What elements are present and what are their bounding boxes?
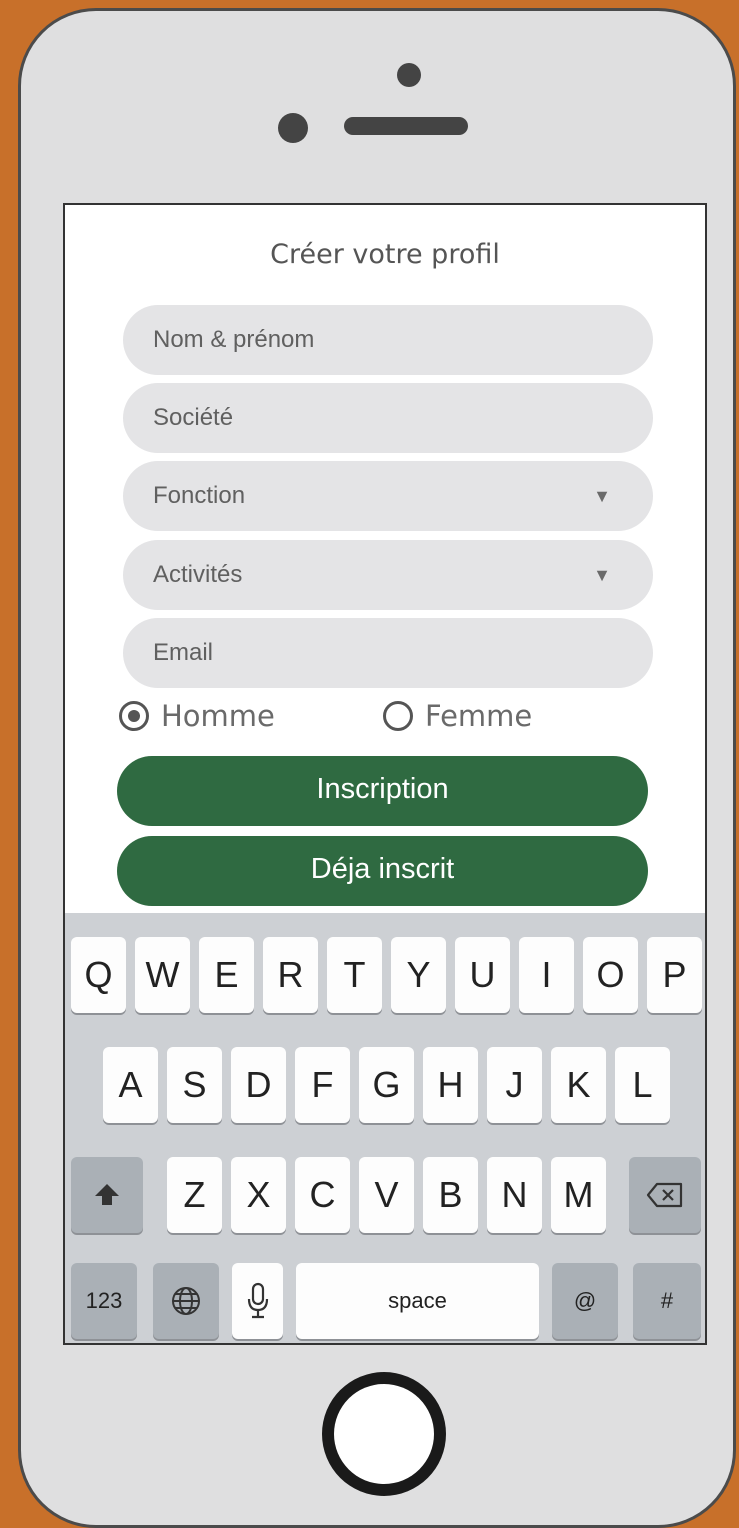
radio-femme-label: Femme xyxy=(425,699,533,733)
screen: Créer votre profil Nom & prénom Société … xyxy=(63,203,707,1345)
keyboard: Q W E R T Y U I O P A S D F G H J K L Z … xyxy=(65,913,705,1343)
delete-icon xyxy=(646,1182,683,1208)
front-camera xyxy=(397,63,421,87)
space-key[interactable]: space xyxy=(296,1263,539,1339)
key-e[interactable]: E xyxy=(199,937,254,1013)
gender-radio-group: Homme Femme xyxy=(119,699,679,751)
already-registered-button[interactable]: Déja inscrit xyxy=(117,836,648,906)
name-field-placeholder: Nom & prénom xyxy=(153,326,315,353)
function-select-placeholder: Fonction xyxy=(153,482,246,509)
radio-unselected-icon xyxy=(383,701,413,731)
key-k[interactable]: K xyxy=(551,1047,606,1123)
microphone-key[interactable] xyxy=(232,1263,283,1339)
key-c[interactable]: C xyxy=(295,1157,350,1233)
name-field[interactable]: Nom & prénom xyxy=(123,305,653,375)
key-x[interactable]: X xyxy=(231,1157,286,1233)
function-select[interactable]: Fonction ▼ xyxy=(123,461,653,531)
key-u[interactable]: U xyxy=(455,937,510,1013)
key-l[interactable]: L xyxy=(615,1047,670,1123)
key-a[interactable]: A xyxy=(103,1047,158,1123)
key-o[interactable]: O xyxy=(583,937,638,1013)
page-title: Créer votre profil xyxy=(270,239,500,270)
key-z[interactable]: Z xyxy=(167,1157,222,1233)
key-r[interactable]: R xyxy=(263,937,318,1013)
globe-icon xyxy=(172,1287,200,1315)
at-key[interactable]: @ xyxy=(552,1263,618,1339)
home-button[interactable] xyxy=(322,1372,446,1496)
shift-key[interactable] xyxy=(71,1157,143,1233)
numbers-key[interactable]: 123 xyxy=(71,1263,137,1339)
key-i[interactable]: I xyxy=(519,937,574,1013)
key-s[interactable]: S xyxy=(167,1047,222,1123)
radio-homme-label: Homme xyxy=(161,699,275,733)
key-d[interactable]: D xyxy=(231,1047,286,1123)
key-p[interactable]: P xyxy=(647,937,702,1013)
hash-key[interactable]: # xyxy=(633,1263,701,1339)
key-v[interactable]: V xyxy=(359,1157,414,1233)
shift-arrow-icon xyxy=(95,1184,119,1205)
chevron-down-icon: ▼ xyxy=(593,486,611,506)
email-field[interactable]: Email xyxy=(123,618,653,688)
inscription-button[interactable]: Inscription xyxy=(117,756,648,826)
activities-select[interactable]: Activités ▼ xyxy=(123,540,653,610)
activities-select-placeholder: Activités xyxy=(153,561,243,588)
key-q[interactable]: Q xyxy=(71,937,126,1013)
company-field[interactable]: Société xyxy=(123,383,653,453)
key-t[interactable]: T xyxy=(327,937,382,1013)
key-b[interactable]: B xyxy=(423,1157,478,1233)
chevron-down-icon: ▼ xyxy=(593,565,611,585)
radio-homme[interactable]: Homme xyxy=(119,699,275,733)
key-h[interactable]: H xyxy=(423,1047,478,1123)
backspace-key[interactable] xyxy=(629,1157,701,1233)
key-y[interactable]: Y xyxy=(391,937,446,1013)
email-field-placeholder: Email xyxy=(153,639,214,666)
globe-key[interactable] xyxy=(153,1263,219,1339)
company-field-placeholder: Société xyxy=(153,404,234,431)
key-n[interactable]: N xyxy=(487,1157,542,1233)
key-f[interactable]: F xyxy=(295,1047,350,1123)
microphone-icon xyxy=(247,1282,268,1319)
radio-selected-icon xyxy=(119,701,149,731)
key-w[interactable]: W xyxy=(135,937,190,1013)
key-m[interactable]: M xyxy=(551,1157,606,1233)
key-j[interactable]: J xyxy=(487,1047,542,1123)
proximity-sensor xyxy=(278,113,308,143)
earpiece-speaker xyxy=(344,117,468,135)
key-g[interactable]: G xyxy=(359,1047,414,1123)
radio-femme[interactable]: Femme xyxy=(383,699,532,733)
